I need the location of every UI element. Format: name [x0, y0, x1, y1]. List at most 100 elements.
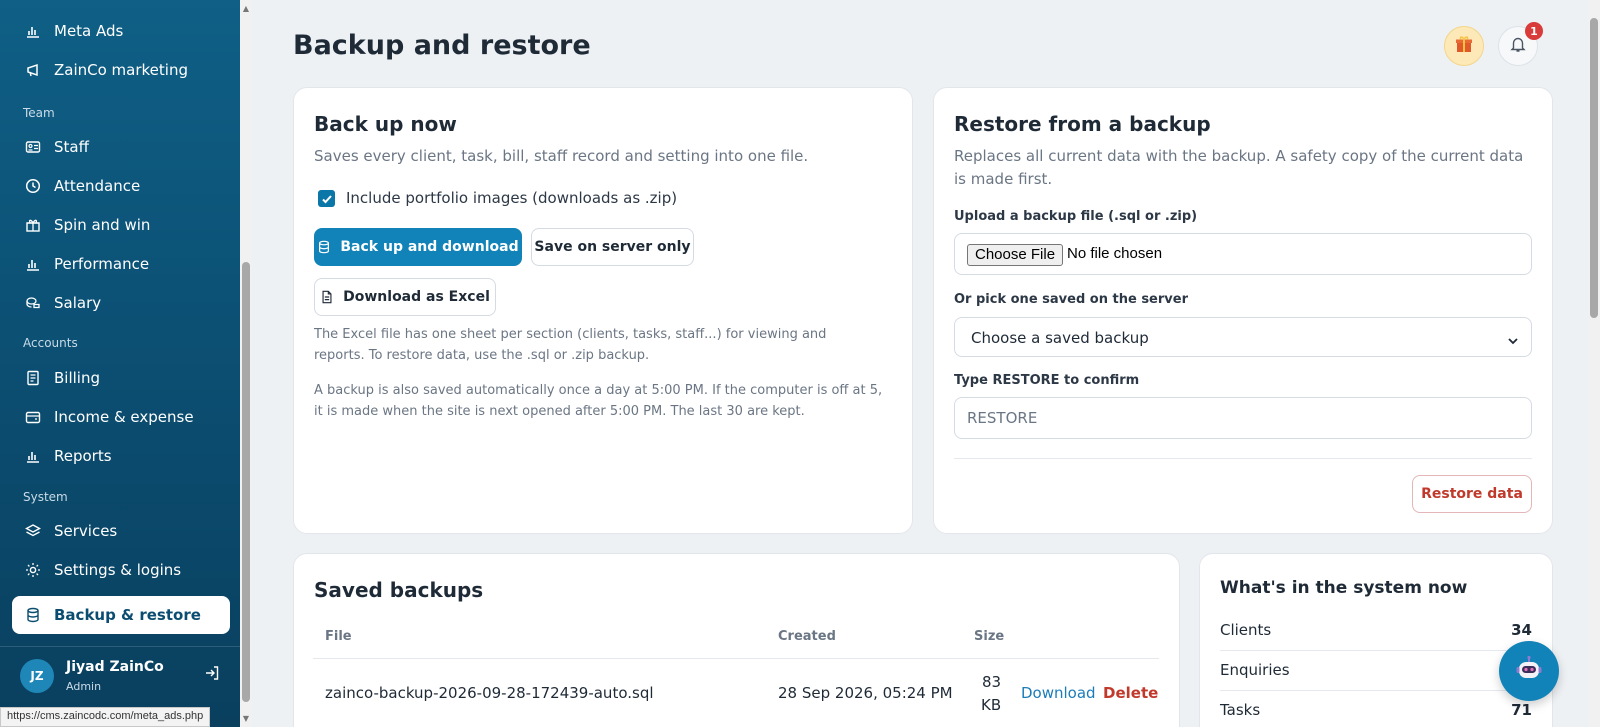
restore-title: Restore from a backup	[954, 112, 1211, 136]
stat-label: Tasks	[1220, 701, 1261, 719]
upload-label: Upload a backup file (.sql or .zip)	[954, 209, 1198, 224]
sun-gear-icon	[24, 561, 42, 579]
confirm-label: Type RESTORE to confirm	[954, 373, 1140, 388]
id-card-icon	[24, 138, 42, 156]
confirm-input[interactable]: RESTORE	[954, 397, 1532, 439]
scroll-down-arrow-icon[interactable]: ▼	[242, 714, 250, 723]
stat-value: 34	[1511, 621, 1532, 639]
sidebar-item-attendance[interactable]: Attendance	[12, 167, 230, 205]
saved-backup-select-value: Choose a saved backup	[971, 329, 1149, 347]
confirm-input-placeholder: RESTORE	[967, 409, 1038, 427]
sidebar-item-label: Income & expense	[54, 408, 194, 426]
system-stats-title: What's in the system now	[1220, 578, 1468, 598]
save-server-button[interactable]: Save on server only	[531, 228, 694, 266]
sidebar-item-label: Performance	[54, 255, 150, 273]
include-images-label[interactable]: Include portfolio images (downloads as .…	[346, 189, 677, 207]
stat-row-enquiries: Enquiries	[1220, 651, 1532, 691]
sidebar-item-label: Reports	[54, 447, 112, 465]
download-excel-button[interactable]: Download as Excel	[314, 278, 496, 316]
sidebar-item-meta-ads[interactable]: Meta Ads	[12, 12, 230, 50]
saved-backup-select[interactable]: Choose a saved backup	[954, 317, 1532, 357]
clock-icon	[24, 177, 42, 195]
restore-data-button[interactable]: Restore data	[1412, 475, 1532, 513]
wallet-icon	[24, 408, 42, 426]
sidebar-item-performance[interactable]: Performance	[12, 245, 230, 283]
bell-icon	[1509, 35, 1527, 57]
sidebar-item-zainco-marketing[interactable]: ZainCo marketing	[12, 51, 230, 89]
database-icon	[24, 606, 42, 624]
page-title: Backup and restore	[293, 30, 591, 61]
backup-download-button[interactable]: Back up and download	[314, 228, 522, 266]
sidebar-item-services[interactable]: Services	[12, 512, 230, 550]
document-icon	[320, 290, 334, 304]
sidebar-item-salary[interactable]: Salary	[12, 284, 230, 322]
stat-row-clients: Clients 34	[1220, 611, 1532, 651]
scroll-up-arrow-icon[interactable]: ▲	[242, 4, 250, 13]
saved-backups-title: Saved backups	[314, 578, 484, 602]
page-scrollbar-thumb[interactable]	[1590, 18, 1598, 318]
choose-file-button[interactable]: Choose File	[967, 244, 1064, 266]
pick-saved-label: Or pick one saved on the server	[954, 292, 1188, 307]
backup-subtitle: Saves every client, task, bill, staff re…	[314, 147, 809, 165]
download-link[interactable]: Download	[1021, 684, 1096, 702]
sidebar-item-label: Backup & restore	[54, 606, 201, 624]
stat-value: 71	[1511, 701, 1532, 719]
sidebar: Meta Ads ZainCo marketing Team Staff Att…	[0, 0, 240, 727]
gift-button[interactable]	[1444, 26, 1484, 66]
column-header-created: Created	[778, 629, 836, 644]
include-images-checkbox[interactable]	[318, 190, 335, 207]
no-file-text: No file chosen	[1067, 245, 1163, 262]
divider	[954, 458, 1532, 459]
sidebar-scrollbar-thumb[interactable]	[242, 262, 250, 702]
file-upload-input[interactable]: Choose File No file chosen	[954, 233, 1532, 275]
backup-title: Back up now	[314, 112, 457, 136]
section-label-accounts: Accounts	[23, 336, 78, 350]
sidebar-item-label: Services	[54, 522, 118, 540]
receipt-icon	[24, 369, 42, 387]
bar-chart-icon	[24, 447, 42, 465]
chatbot-button[interactable]	[1499, 641, 1559, 701]
sidebar-item-backup-restore[interactable]: Backup & restore	[12, 596, 230, 634]
sidebar-item-settings-logins[interactable]: Settings & logins	[12, 551, 230, 589]
sidebar-item-label: Meta Ads	[54, 22, 124, 40]
sidebar-item-label: Spin and win	[54, 216, 151, 234]
stat-label: Clients	[1220, 621, 1272, 639]
database-icon	[317, 240, 331, 254]
robot-icon	[1512, 652, 1546, 690]
sidebar-item-billing[interactable]: Billing	[12, 359, 230, 397]
sidebar-item-income-expense[interactable]: Income & expense	[12, 398, 230, 436]
gift-icon	[1454, 34, 1474, 58]
stat-row-tasks: Tasks 71	[1220, 691, 1532, 727]
excel-note: The Excel file has one sheet per section…	[314, 327, 827, 363]
save-server-label: Save on server only	[534, 239, 691, 255]
column-header-size: Size	[974, 629, 1005, 644]
status-url-tooltip: https://cms.zaincodc.com/meta_ads.php	[0, 707, 211, 727]
sidebar-item-label: ZainCo marketing	[54, 61, 188, 79]
user-name: Jiyad ZainCo	[66, 659, 164, 675]
sidebar-item-spin-and-win[interactable]: Spin and win	[12, 206, 230, 244]
logout-icon[interactable]	[204, 665, 222, 683]
section-label-team: Team	[23, 106, 55, 120]
section-label-system: System	[23, 490, 68, 504]
sidebar-item-staff[interactable]: Staff	[12, 128, 230, 166]
chevron-down-icon	[1507, 332, 1519, 345]
stat-label: Enquiries	[1220, 661, 1290, 679]
backup-size-unit: KB	[981, 696, 1002, 714]
check-icon	[321, 194, 332, 203]
sidebar-item-reports[interactable]: Reports	[12, 437, 230, 475]
backup-size-number: 83	[982, 673, 1002, 691]
sidebar-item-label: Staff	[54, 138, 89, 156]
user-role: Admin	[66, 680, 102, 693]
layers-icon	[24, 522, 42, 540]
restore-subtitle: Replaces all current data with the backu…	[954, 147, 1524, 188]
backup-created: 28 Sep 2026, 05:24 PM	[778, 684, 953, 702]
coins-icon	[24, 294, 42, 312]
sidebar-item-label: Settings & logins	[54, 561, 182, 579]
column-header-file: File	[325, 629, 352, 644]
delete-link[interactable]: Delete	[1103, 684, 1158, 702]
table-header-divider	[313, 658, 1159, 659]
sidebar-item-label: Salary	[54, 294, 102, 312]
avatar: JZ	[20, 659, 54, 693]
gift-icon	[24, 216, 42, 234]
notification-badge: 1	[1525, 22, 1543, 40]
